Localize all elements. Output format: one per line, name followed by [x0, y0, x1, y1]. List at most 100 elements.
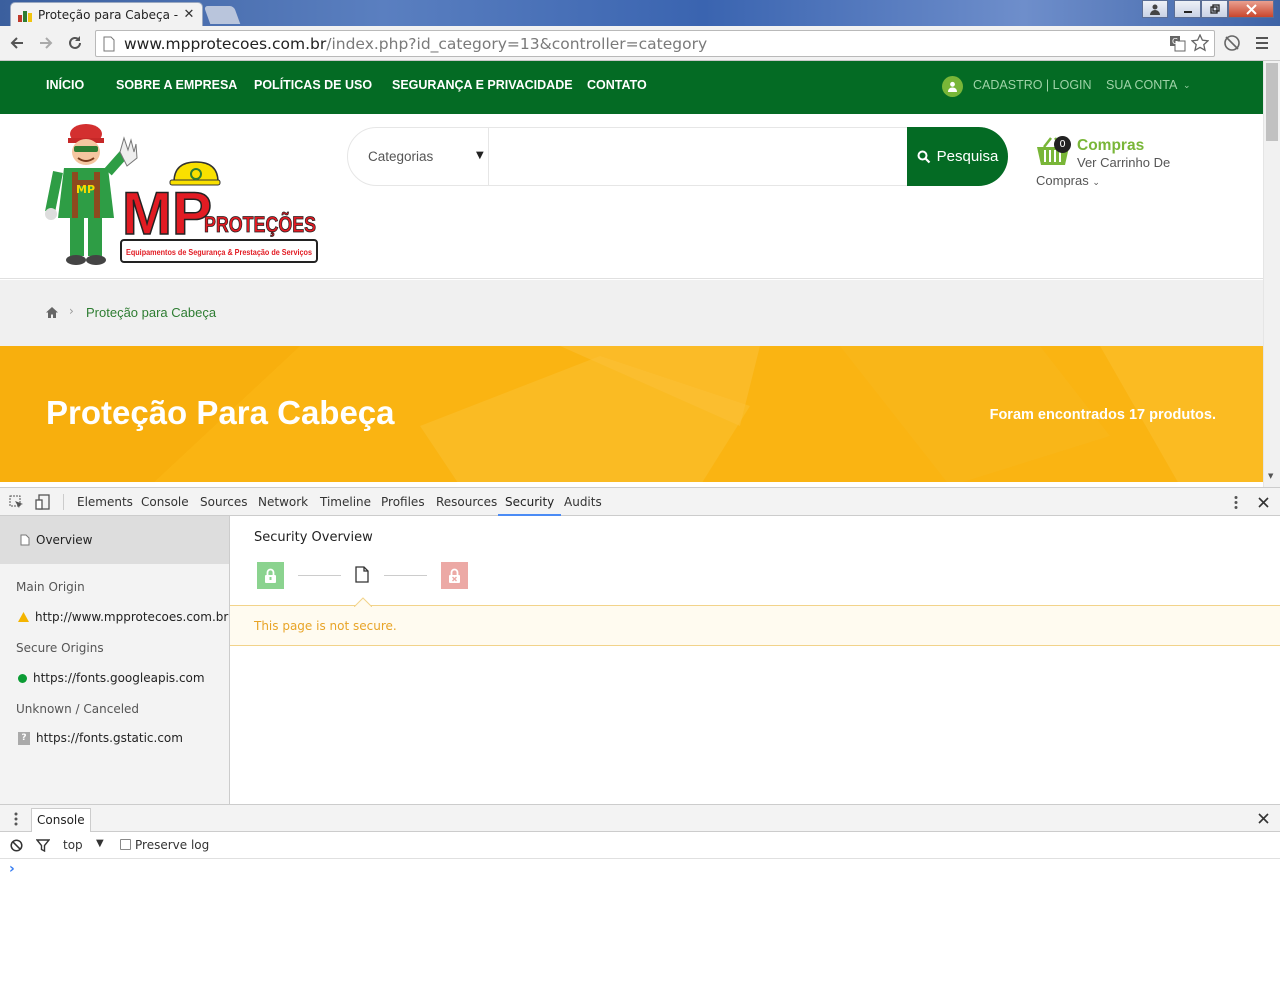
nav-link-cadastro-login[interactable]: CADASTRO | LOGIN [973, 61, 1092, 114]
page-title: Proteção Para Cabeça [46, 394, 395, 431]
dropdown-arrow-icon: ▼ [476, 150, 484, 161]
web-page-viewport: INÍCIO SOBRE A EMPRESA POLÍTICAS DE USO … [0, 61, 1263, 482]
sidebar-item-unknown-origin[interactable]: ? https://fonts.gstatic.com [18, 731, 183, 745]
extension-button[interactable] [1222, 33, 1242, 53]
document-icon [20, 534, 30, 546]
svg-text:G: G [1172, 37, 1178, 46]
drawer-menu-icon[interactable] [12, 812, 20, 826]
chevron-down-icon: ⌄ [1092, 177, 1100, 187]
window-title-bar: Proteção para Cabeça - M ✕ [0, 0, 1280, 26]
console-output[interactable]: › [0, 860, 1280, 984]
close-window-button[interactable] [1228, 0, 1274, 18]
search-input[interactable] [493, 134, 898, 179]
logo-mp-text: MP [122, 180, 212, 247]
cart-count-badge: 0 [1054, 136, 1071, 153]
preserve-log-checkbox[interactable] [120, 839, 131, 850]
tab-title: Proteção para Cabeça - M [38, 7, 182, 22]
connector-line [298, 575, 341, 576]
nav-link-inicio[interactable]: INÍCIO [46, 61, 84, 114]
console-drawer-tabbar: Console [0, 804, 1280, 832]
address-bar[interactable]: www.mpprotecoes.com.br/index.php?id_cate… [95, 30, 1215, 57]
devtools-tab-sources[interactable]: Sources [200, 488, 247, 516]
devtools-tab-bar: Elements Console Sources Network Timelin… [0, 487, 1280, 516]
sidebar-item-overview[interactable]: Overview [0, 516, 229, 564]
product-count: Foram encontrados 17 produtos. [989, 407, 1216, 423]
search-form: Categorias ▼ Pesquisa [347, 127, 1008, 186]
pointer-caret-icon [354, 597, 372, 607]
tab-close-icon[interactable]: ✕ [182, 7, 196, 22]
context-dropdown-arrow-icon[interactable]: ▼ [96, 838, 104, 849]
devtools-tab-resources[interactable]: Resources [436, 488, 497, 516]
unknown-origin-url: https://fonts.gstatic.com [36, 731, 183, 745]
logo-tagline: Equipamentos de Segurança & Prestação de… [126, 247, 312, 257]
close-drawer-icon[interactable] [1258, 813, 1269, 824]
clear-console-icon[interactable] [10, 839, 23, 852]
drawer-tab-console[interactable]: Console [31, 808, 91, 832]
page-scrollbar[interactable]: ▼ [1263, 61, 1280, 487]
connector-line [384, 575, 427, 576]
new-tab-button[interactable] [203, 6, 241, 24]
sidebar-item-secure-origin[interactable]: https://fonts.googleapis.com [18, 671, 205, 685]
browser-toolbar: www.mpprotecoes.com.br/index.php?id_cate… [0, 26, 1280, 61]
url-host: www.mpprotecoes.com.br [124, 34, 327, 53]
maximize-button[interactable] [1201, 0, 1228, 18]
back-button[interactable] [7, 33, 27, 53]
chrome-menu-button[interactable] [1252, 33, 1272, 53]
forward-button[interactable] [36, 33, 56, 53]
secure-dot-icon [18, 673, 27, 683]
secure-origins-heading: Secure Origins [16, 641, 104, 655]
nav-link-politicas[interactable]: POLÍTICAS DE USO [254, 61, 372, 114]
sidebar-item-main-origin[interactable]: http://www.mpprotecoes.com.br [18, 610, 228, 624]
device-mode-icon[interactable] [35, 494, 50, 510]
page-info-icon [103, 36, 115, 51]
nav-link-seguranca[interactable]: SEGURANÇA E PRIVACIDADE [392, 61, 573, 114]
devtools-tab-security[interactable]: Security [498, 488, 562, 516]
category-banner: Proteção Para Cabeça Foram encontrados 1… [0, 346, 1263, 482]
scrollbar-thumb[interactable] [1266, 63, 1278, 141]
user-profile-button[interactable] [1142, 0, 1168, 18]
breadcrumb-current[interactable]: Proteção para Cabeça [86, 305, 216, 320]
minimize-button[interactable] [1174, 0, 1201, 18]
nav-link-contato[interactable]: CONTATO [587, 61, 647, 114]
star-icon [1191, 34, 1209, 52]
site-logo[interactable]: MP MP PROTEÇÕES Equipamentos de Seguranç… [44, 122, 320, 267]
cart-view-link-line2[interactable]: Compras ⌄ [1036, 173, 1100, 188]
translate-icon: G [1169, 35, 1185, 51]
back-arrow-icon [10, 37, 23, 49]
neutral-document-icon [355, 566, 369, 583]
devtools-tab-profiles[interactable]: Profiles [381, 488, 425, 516]
scroll-down-arrow-icon[interactable]: ▼ [1268, 472, 1273, 480]
nav-link-sobre[interactable]: SOBRE A EMPRESA [116, 61, 237, 114]
secure-lock-icon [257, 562, 284, 589]
home-icon[interactable] [46, 307, 58, 318]
nav-link-sua-conta[interactable]: SUA CONTA [1106, 61, 1177, 114]
main-origin-url: http://www.mpprotecoes.com.br [35, 610, 229, 624]
devtools-tab-elements[interactable]: Elements [77, 488, 133, 516]
main-origin-heading: Main Origin [16, 580, 85, 594]
more-options-icon[interactable] [1232, 495, 1240, 510]
site-favicon-icon [17, 7, 33, 23]
devtools-tab-console[interactable]: Console [141, 488, 189, 516]
breadcrumb: › Proteção para Cabeça [0, 280, 1263, 346]
search-button[interactable]: Pesquisa [907, 127, 1008, 186]
console-toolbar: top ▼ Preserve log [0, 832, 1280, 859]
category-select[interactable]: Categorias [368, 128, 433, 185]
devtools-tab-timeline[interactable]: Timeline [320, 488, 371, 516]
site-top-navigation: INÍCIO SOBRE A EMPRESA POLÍTICAS DE USO … [0, 61, 1263, 114]
devtools-tab-network[interactable]: Network [258, 488, 308, 516]
extension-blocked-icon [1224, 35, 1240, 51]
translate-button[interactable]: G [1167, 33, 1187, 53]
filter-icon[interactable] [36, 839, 50, 852]
cart-title[interactable]: Compras [1077, 137, 1144, 155]
devtools-tab-audits[interactable]: Audits [564, 488, 602, 516]
bookmark-star-button[interactable] [1190, 33, 1210, 53]
inspect-element-icon[interactable] [9, 495, 24, 510]
breadcrumb-separator-icon: › [69, 304, 74, 318]
reload-button[interactable] [65, 33, 85, 53]
logo-protecoes-text: PROTEÇÕES [204, 212, 316, 237]
cart-view-link[interactable]: Ver Carrinho De [1077, 155, 1170, 170]
close-devtools-icon[interactable] [1258, 497, 1269, 508]
browser-tab-active[interactable]: Proteção para Cabeça - M ✕ [10, 2, 203, 26]
security-warning-bar: This page is not secure. [230, 597, 1280, 646]
context-selector[interactable]: top [63, 838, 83, 852]
